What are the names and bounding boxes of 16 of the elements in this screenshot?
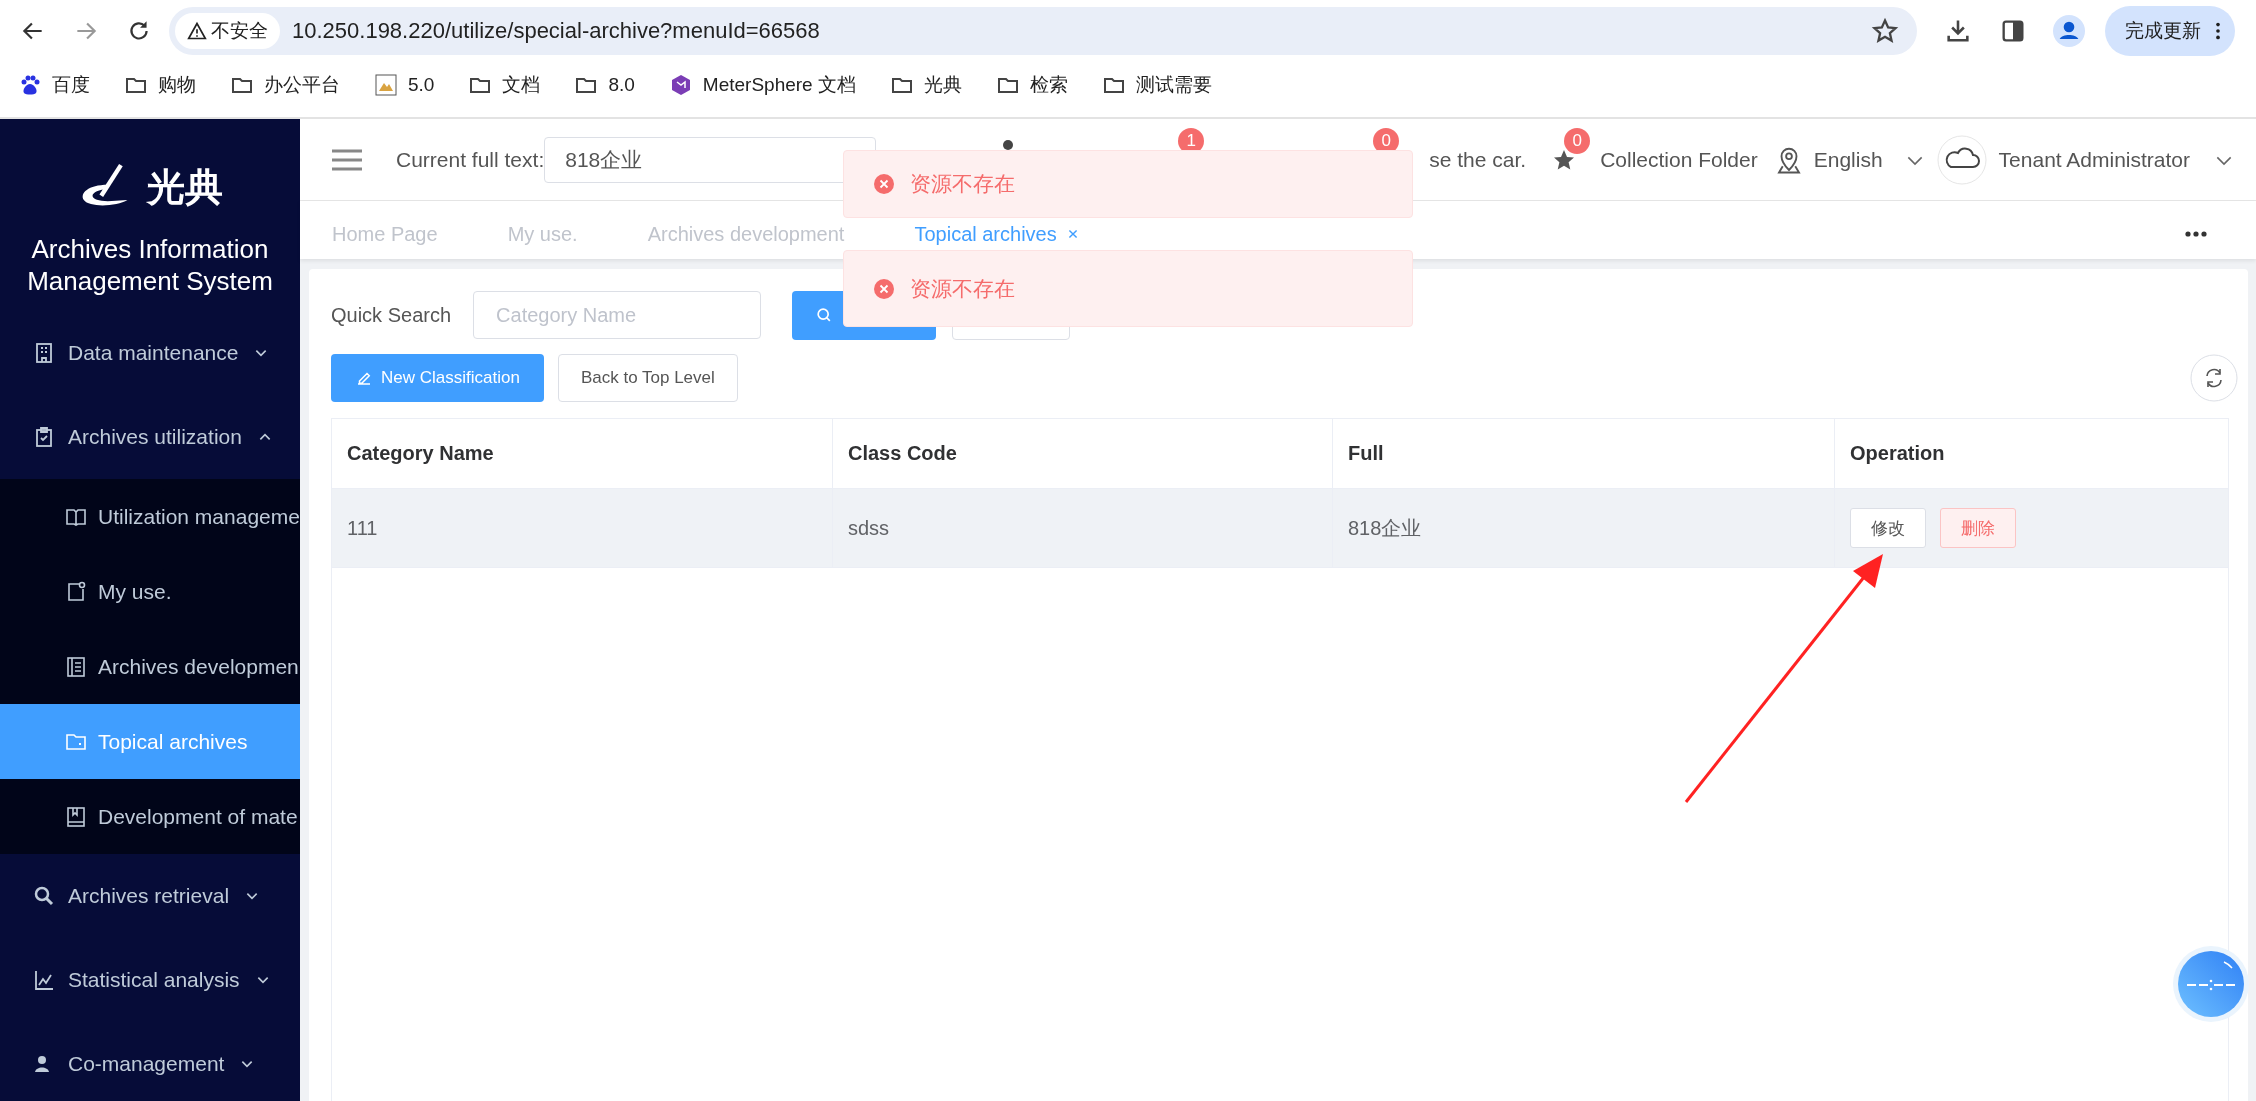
system-title: Archives Information: [30, 233, 270, 265]
logo-text: 光典: [147, 164, 223, 210]
error-toast: 资源不存在: [843, 150, 1413, 218]
quick-search-label: Quick Search: [331, 303, 452, 327]
table-cell: sdss: [833, 489, 1333, 567]
column-header: Operation: [1849, 441, 1946, 466]
table-cell: 111: [332, 489, 833, 567]
error-toast: 资源不存在: [843, 250, 1413, 327]
column-header: Full: [1333, 419, 1835, 488]
url-text: 10.250.198.220/utilize/special-archive?menuId=66568: [292, 18, 821, 44]
current-full-text-label: Current full text:: [396, 147, 545, 172]
column-header: Class Code: [833, 419, 1333, 488]
system-title: Management System: [26, 265, 274, 297]
table-cell: 818企业: [1333, 489, 1835, 567]
column-header: Category Name: [332, 419, 833, 488]
count-badge: 0: [1564, 127, 1591, 154]
